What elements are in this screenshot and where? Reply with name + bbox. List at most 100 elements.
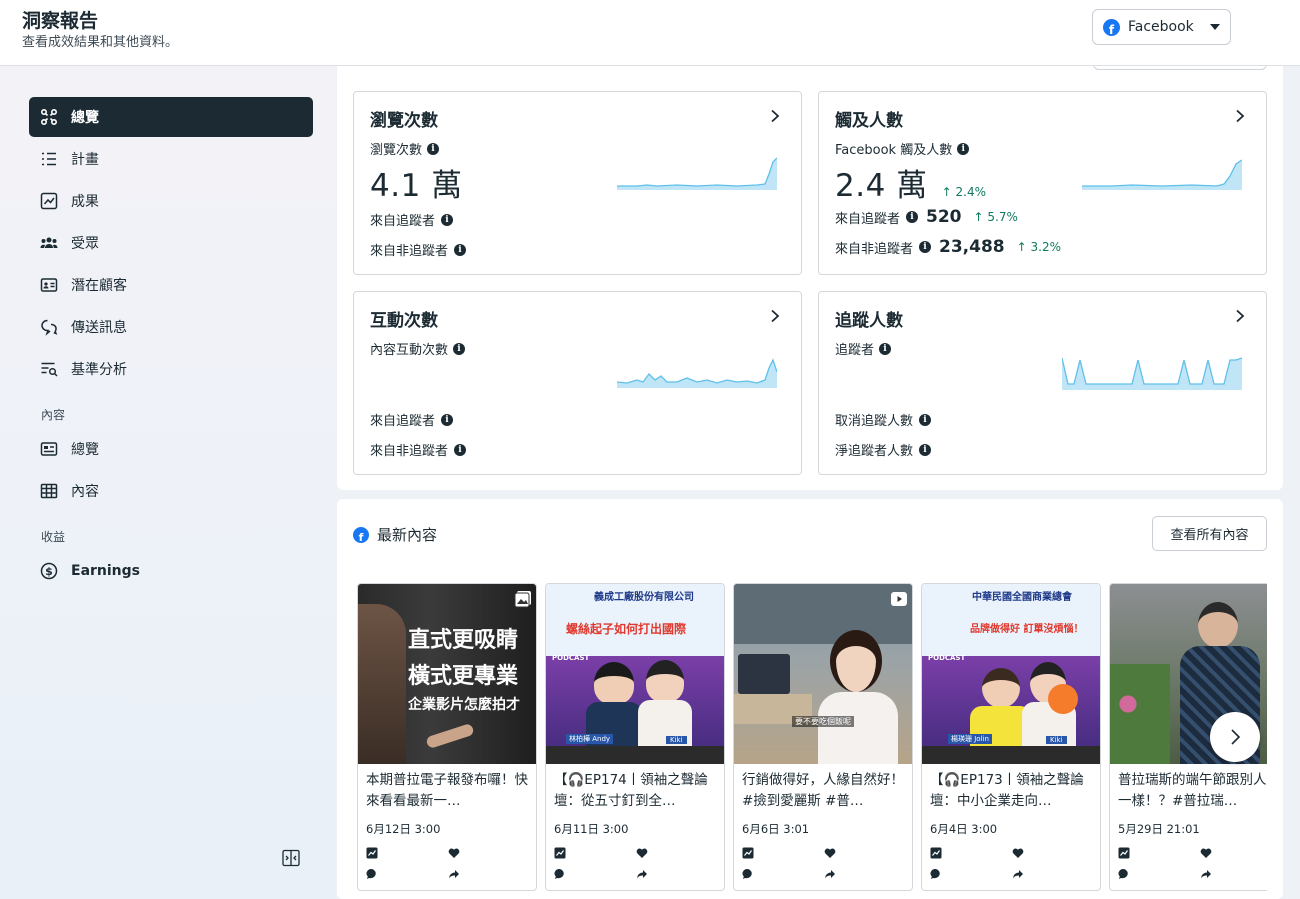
posts-carousel: 直式更吸睛 橫式更專業 企業影片怎麼拍才 本期普拉電子報發布囉！快來看看最新一……	[357, 583, 1267, 899]
comment-icon	[366, 868, 376, 879]
share-icon	[1013, 870, 1023, 879]
facebook-icon: f	[353, 526, 369, 543]
interactions-sparkline	[617, 358, 777, 388]
thumb-text: 中華民國全國商業總會	[972, 592, 1072, 603]
sidebar-item-content[interactable]: 內容	[29, 471, 313, 511]
info-icon[interactable]: i	[454, 243, 467, 256]
metric-row-value: 520	[926, 207, 962, 227]
metric-subtitle: 追蹤者 i	[835, 339, 892, 358]
sidebar-item-leads[interactable]: 潛在顧客	[29, 265, 313, 305]
share-icon	[825, 870, 835, 879]
metric-row-label: 來自追蹤者	[835, 211, 901, 227]
metric-card-views[interactable]: 瀏覽次數 瀏覽次數 i 4.1 萬 來自追蹤者 i 來自非追蹤者 i	[353, 91, 802, 275]
platform-label: Facebook	[1128, 19, 1194, 35]
metric-card-followers[interactable]: 追蹤人數 追蹤者 i 取消追蹤人數 i 淨追蹤者人數 i	[818, 291, 1267, 475]
heart-icon	[1012, 848, 1024, 858]
post-card[interactable]: 義成工廠股份有限公司 螺絲起子如何打出國際 PODCAST 林柏樺 Andy K…	[545, 583, 725, 891]
info-icon[interactable]: i	[919, 443, 932, 456]
sidebar-item-label: 傳送訊息	[71, 320, 127, 336]
post-card[interactable]: 要不要吃個飯呢 行銷做得好，人緣自然好！#撿到愛麗斯 #普… 6月6日 3:01	[733, 583, 913, 891]
post-card[interactable]: 中華民國全國商業總會 品牌做得好 訂單沒煩惱！ PODCAST 楊瑛珊 Joli…	[921, 583, 1101, 891]
chevron-right-icon[interactable]	[1234, 109, 1246, 123]
post-caption: 【🎧EP174丨領袖之聲論壇：從五寸釘到全…	[554, 772, 708, 809]
recent-content-panel: f 最新內容 查看所有內容 直式更吸睛 橫式更專業 企業影片怎麼拍才 本期普拉電…	[337, 499, 1283, 899]
sidebar-item-earnings[interactable]: $ Earnings	[29, 551, 313, 591]
metric-row-label: 來自非追蹤者	[835, 241, 914, 257]
thumb-text: Kiki	[670, 736, 683, 744]
sidebar-item-label: 受眾	[71, 236, 99, 252]
carousel-next-button[interactable]	[1210, 712, 1260, 762]
sidebar-item-plan[interactable]: 計畫	[29, 139, 313, 179]
collapse-sidebar-icon[interactable]	[282, 849, 300, 867]
info-icon[interactable]: i	[919, 413, 932, 426]
sidebar-item-audience[interactable]: 受眾	[29, 223, 313, 263]
metric-row-label: 來自追蹤者	[370, 214, 436, 229]
info-icon[interactable]: i	[906, 211, 919, 223]
metric-delta: ↑ 2.4%	[941, 185, 987, 199]
metric-subtitle-text: Facebook 觸及人數	[835, 143, 953, 158]
sidebar-item-messaging[interactable]: 傳送訊息	[29, 307, 313, 347]
post-caption: 行銷做得好，人緣自然好！#撿到愛麗斯 #普…	[742, 772, 904, 809]
thumb-text: 螺絲起子如何打出國際	[566, 622, 687, 636]
metric-row-label: 淨追蹤者人數	[835, 444, 914, 459]
post-caption: 本期普拉電子報發布囉！快來看看最新一…	[366, 772, 528, 809]
insights-chart-icon	[742, 847, 754, 859]
chevron-right-icon[interactable]	[769, 109, 781, 123]
sidebar-item-content-overview[interactable]: 總覽	[29, 429, 313, 469]
audience-icon	[39, 233, 59, 253]
heart-icon	[1200, 848, 1212, 858]
insights-chart-icon	[554, 847, 566, 859]
chevron-right-icon	[1231, 729, 1241, 745]
metric-card-reach[interactable]: 觸及人數 Facebook 觸及人數 i 2.4 萬 ↑ 2.4% 來自追蹤者 …	[818, 91, 1267, 275]
metric-row-value: 23,488	[939, 237, 1005, 257]
thumb-text: 直式更吸睛	[408, 628, 519, 653]
metric-title: 瀏覽次數	[370, 111, 438, 131]
info-icon[interactable]: i	[441, 213, 454, 226]
recent-content-header: f 最新內容	[353, 524, 437, 545]
sidebar-item-overview[interactable]: 總覽	[29, 97, 313, 137]
metric-row-followers: 來自追蹤者 i 520 ↑ 5.7%	[835, 207, 1018, 227]
post-date: 6月11日 3:00	[554, 822, 629, 836]
sidebar-item-results[interactable]: 成果	[29, 181, 313, 221]
insights-chart-icon	[930, 847, 942, 859]
info-icon[interactable]: i	[427, 142, 440, 155]
info-icon[interactable]: i	[453, 342, 466, 355]
sidebar-item-label: 內容	[71, 484, 99, 500]
table-grid-icon	[39, 481, 59, 501]
thumb-text: 要不要吃個飯呢	[795, 717, 851, 726]
facebook-icon: f	[1103, 18, 1120, 36]
share-icon	[637, 870, 647, 879]
info-icon[interactable]: i	[441, 413, 454, 426]
chevron-right-icon[interactable]	[1234, 309, 1246, 323]
svg-text:$: $	[45, 565, 53, 578]
heart-icon	[824, 848, 836, 858]
metric-row-label: 取消追蹤人數	[835, 414, 914, 429]
metric-subtitle: Facebook 觸及人數 i	[835, 139, 970, 158]
metric-row-delta: ↑ 3.2%	[1016, 240, 1061, 254]
metric-row-label: 來自非追蹤者	[370, 444, 449, 459]
view-all-content-button[interactable]: 查看所有內容	[1152, 516, 1267, 551]
metric-subtitle: 瀏覽次數 i	[370, 139, 440, 158]
info-icon[interactable]: i	[919, 241, 932, 253]
metric-row-net-followers: 淨追蹤者人數 i	[835, 440, 932, 459]
info-icon[interactable]: i	[957, 142, 970, 155]
chevron-right-icon[interactable]	[769, 309, 781, 323]
thumb-text: 橫式更專業	[408, 664, 519, 689]
post-date: 5月29日 21:01	[1118, 822, 1200, 836]
post-card[interactable]: 直式更吸睛 橫式更專業 企業影片怎麼拍才 本期普拉電子報發布囉！快來看看最新一……	[357, 583, 537, 891]
metric-card-interactions[interactable]: 互動次數 內容互動次數 i 來自追蹤者 i 來自非追蹤者 i	[353, 291, 802, 475]
metric-value: 4.1 萬	[370, 160, 463, 205]
info-icon[interactable]: i	[879, 342, 892, 355]
share-icon	[449, 870, 459, 879]
heart-icon	[636, 848, 648, 858]
post-date: 6月6日 3:01	[742, 822, 810, 836]
sidebar-item-benchmark[interactable]: 基準分析	[29, 349, 313, 389]
post-thumbnail: 要不要吃個飯呢	[734, 584, 912, 764]
sidebar-item-label: 計畫	[71, 152, 99, 168]
platform-select[interactable]: f Facebook	[1092, 9, 1231, 45]
info-icon[interactable]: i	[454, 443, 467, 456]
page-subtitle: 查看成效結果和其他資料。	[22, 35, 179, 50]
section-label-earnings: 收益	[41, 530, 66, 544]
heart-icon	[448, 848, 460, 858]
image-gallery-icon	[514, 591, 531, 608]
